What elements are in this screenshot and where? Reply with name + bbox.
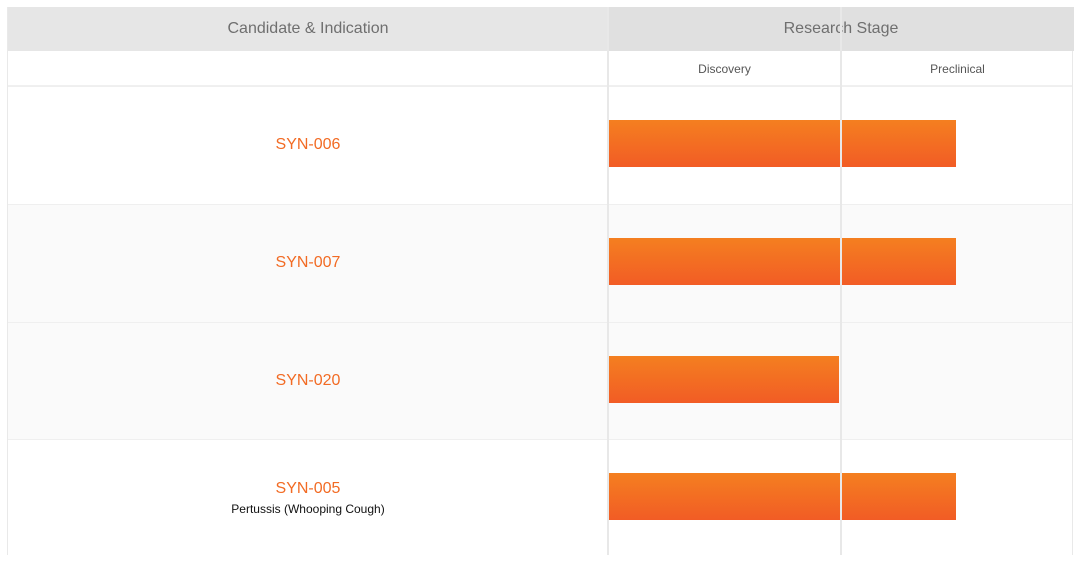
stage-label-discovery: Discovery <box>698 61 751 76</box>
candidate-name[interactable]: SYN-007 <box>276 253 341 273</box>
candidate-cell: SYN-005 Pertussis (Whooping Cough) <box>8 440 608 555</box>
candidate-cell: SYN-006 <box>8 87 608 204</box>
candidate-name[interactable]: SYN-005 <box>276 479 341 499</box>
stage-progress-bar <box>609 473 956 520</box>
stage-label-preclinical: Preclinical <box>930 61 985 76</box>
candidate-column-header: Candidate & Indication <box>8 7 608 51</box>
candidate-cell: SYN-007 <box>8 205 608 322</box>
stage-progress-bar <box>609 120 956 167</box>
candidate-name[interactable]: SYN-020 <box>276 371 341 391</box>
candidate-name[interactable]: SYN-006 <box>276 135 341 155</box>
stage-progress-bar <box>609 356 839 403</box>
pipeline-table: Candidate & Indication Research Stage Di… <box>7 7 1074 555</box>
stage-progress-bar <box>609 238 956 285</box>
stage-divider-discovery <box>607 7 609 555</box>
stage-divider-preclinical <box>840 7 842 555</box>
indication-label: Pertussis (Whooping Cough) <box>231 501 385 516</box>
table-row: SYN-020 <box>8 322 1072 440</box>
candidate-cell: SYN-020 <box>8 323 608 440</box>
